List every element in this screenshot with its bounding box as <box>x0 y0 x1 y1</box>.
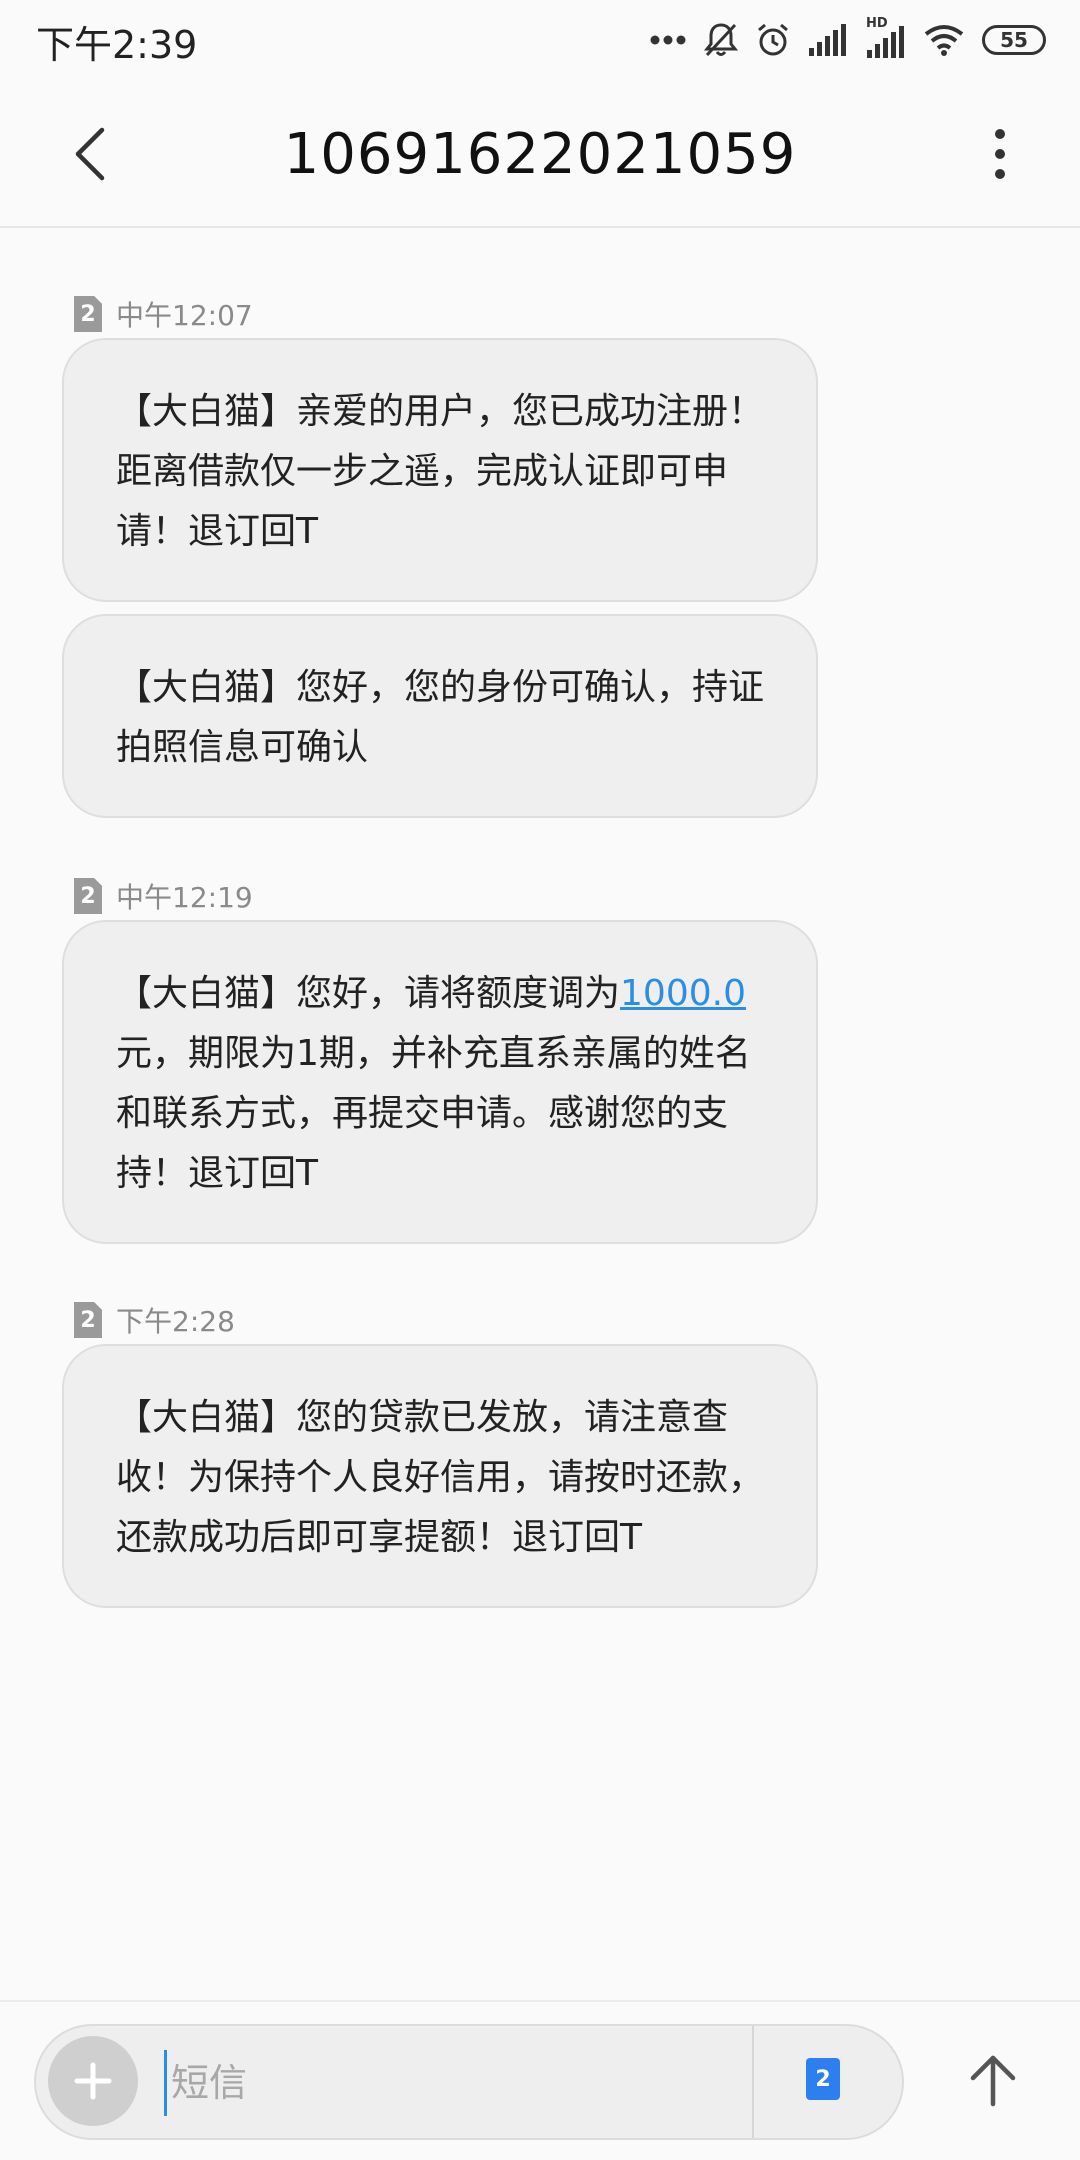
arrow-up-icon <box>970 2055 1016 2107</box>
signal-hd-icon: HD <box>866 16 906 58</box>
message-timestamp: 中午12:19 <box>116 881 253 914</box>
message-text: 元，期限为1期，并补充直系亲属的姓名和联系方式，再提交申请。感谢您的支持！退订回… <box>116 1033 751 1194</box>
wifi-icon <box>924 24 964 56</box>
plus-icon <box>74 2062 112 2100</box>
battery-icon: 55 <box>982 25 1046 55</box>
message-timestamp-row: 2 中午12:07 <box>74 294 253 334</box>
add-attachment-button[interactable] <box>48 2036 138 2126</box>
sim-card-icon: 2 <box>74 878 102 914</box>
chevron-left-icon <box>75 127 105 181</box>
composer-divider <box>752 2026 754 2138</box>
composer-bar: 2 <box>0 2000 1080 2160</box>
alarm-icon <box>756 22 790 58</box>
sim-card-icon: 2 <box>74 296 102 332</box>
message-timestamp-row: 2 中午12:19 <box>74 876 253 916</box>
amount-link[interactable]: 1000.0 <box>620 973 746 1014</box>
message-text: 【大白猫】您好，请将额度调为 <box>116 973 621 1014</box>
conversation-header: 10691622021059 <box>0 80 1080 228</box>
hd-label: HD <box>866 16 888 31</box>
back-button[interactable] <box>60 118 120 190</box>
message-bubble[interactable]: 【大白猫】您的贷款已发放，请注意查收！为保持个人良好信用，请按时还款，还款成功后… <box>62 1344 818 1608</box>
conversation-title: 10691622021059 <box>283 122 797 187</box>
message-input[interactable] <box>164 2050 733 2116</box>
message-timestamp-row: 2 下午2:28 <box>74 1300 235 1340</box>
status-bar: 下午2:39 HD 55 <box>0 0 1080 80</box>
send-button[interactable] <box>958 2040 1028 2120</box>
status-icons: HD 55 <box>650 16 1046 62</box>
status-time: 下午2:39 <box>36 23 198 67</box>
mute-icon <box>704 22 738 58</box>
message-text: 【大白猫】您的贷款已发放，请注意查收！为保持个人良好信用，请按时还款，还款成功后… <box>116 1397 765 1558</box>
more-notifications-icon <box>650 34 686 46</box>
signal-icon <box>808 24 848 56</box>
message-bubble[interactable]: 【大白猫】亲爱的用户，您已成功注册！距离借款仅一步之遥，完成认证即可申请！退订回… <box>62 338 818 602</box>
message-text: 【大白猫】亲爱的用户，您已成功注册！距离借款仅一步之遥，完成认证即可申请！退订回… <box>116 391 765 552</box>
message-timestamp: 中午12:07 <box>116 299 253 332</box>
message-text: 【大白猫】您好，您的身份可确认，持证拍照信息可确认 <box>116 667 765 768</box>
sim-select-button[interactable]: 2 <box>806 2058 840 2100</box>
message-bubble[interactable]: 【大白猫】您好，您的身份可确认，持证拍照信息可确认 <box>62 614 818 818</box>
more-options-button[interactable] <box>980 124 1020 184</box>
sim-card-icon: 2 <box>74 1302 102 1338</box>
message-timestamp: 下午2:28 <box>116 1305 235 1338</box>
message-bubble[interactable]: 【大白猫】您好，请将额度调为1000.0 元，期限为1期，并补充直系亲属的姓名和联… <box>62 920 818 1244</box>
more-vertical-icon <box>995 129 1005 179</box>
composer-box: 2 <box>34 2024 904 2140</box>
